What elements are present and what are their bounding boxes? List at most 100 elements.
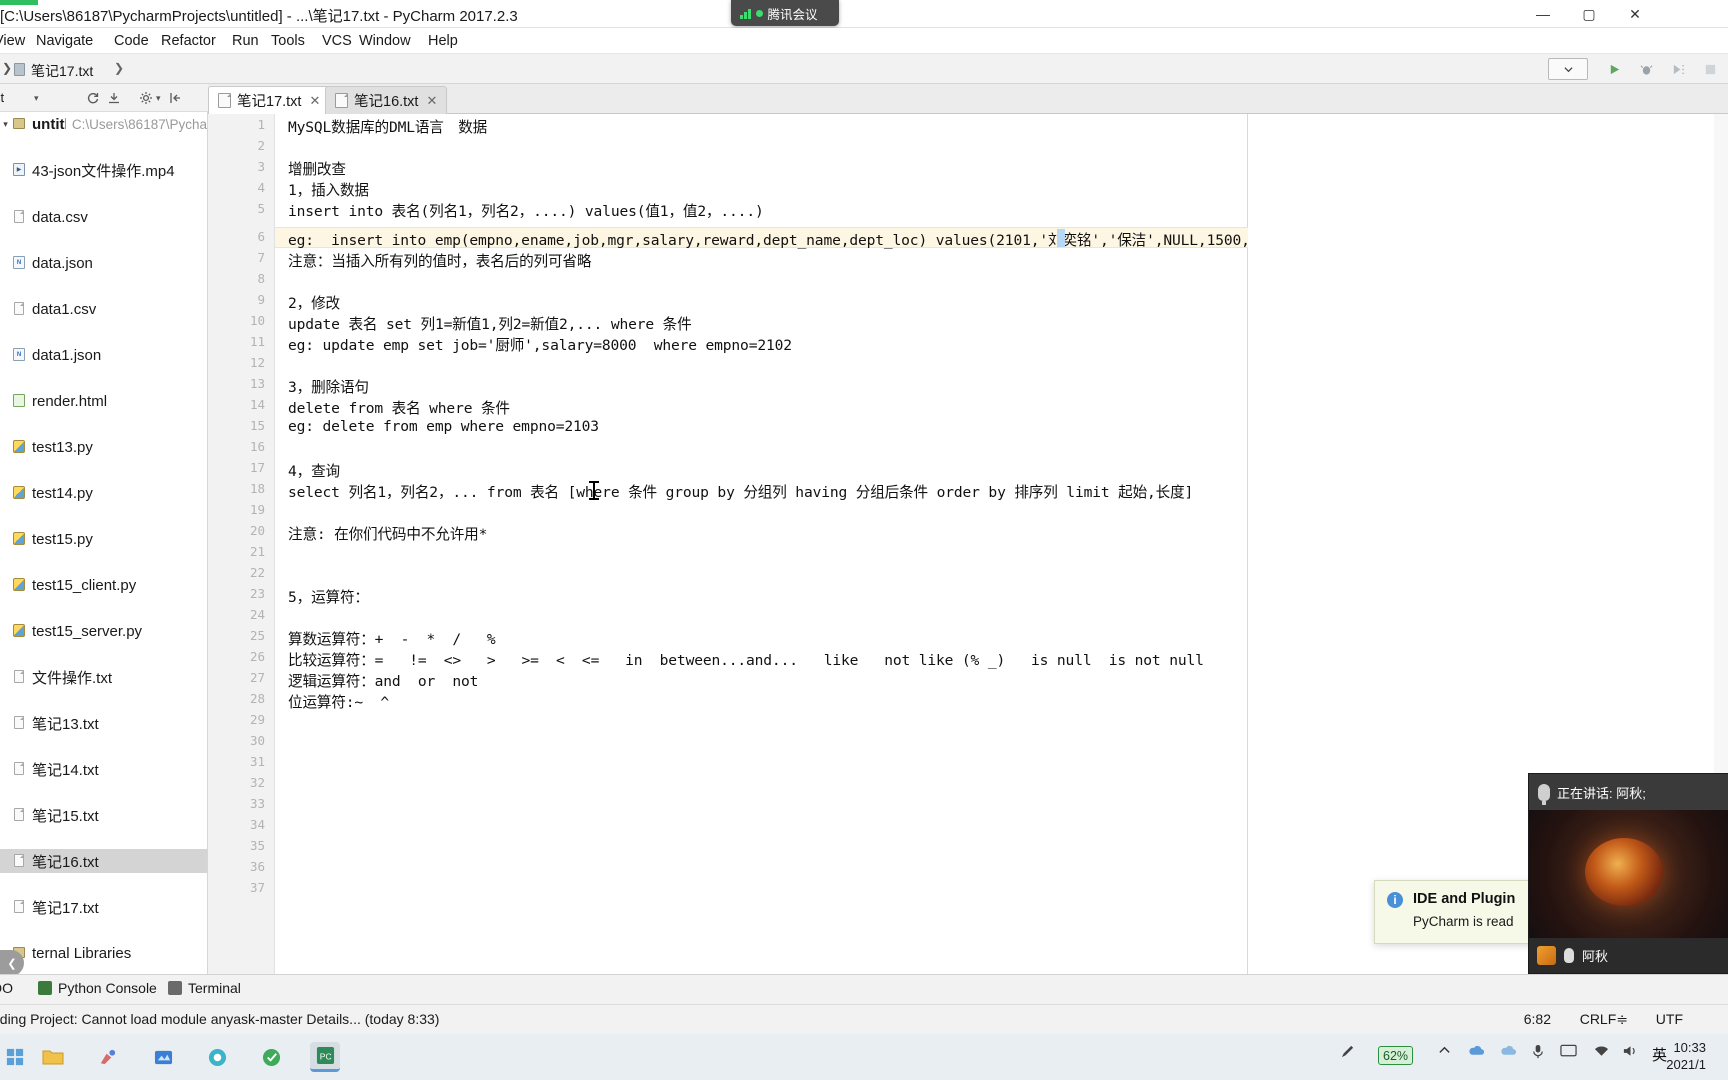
line-number: 32: [249, 775, 265, 790]
window-minimize-button[interactable]: —: [1520, 0, 1566, 28]
debug-button[interactable]: [1636, 59, 1656, 79]
tree-item-biji13[interactable]: 笔记13.txt: [0, 711, 207, 735]
line-number: 25: [249, 628, 265, 643]
tree-item-test13[interactable]: test13.py: [0, 435, 207, 459]
tree-item-external-libraries[interactable]: ternal Libraries: [0, 941, 207, 965]
tree-item-biji15[interactable]: 笔记15.txt: [0, 803, 207, 827]
code-line-20: 注意: 在你们代码中不允许用*: [288, 526, 488, 543]
tree-item-label: 笔记14.txt: [32, 761, 99, 779]
collapse-all-icon[interactable]: [105, 89, 123, 107]
run-configuration-selector[interactable]: [1548, 58, 1588, 80]
toolwindow-todo[interactable]: DO: [0, 980, 13, 996]
battery-indicator[interactable]: 62%: [1378, 1046, 1414, 1065]
tree-item-biji14[interactable]: 笔记14.txt: [0, 757, 207, 781]
line-number: 8: [257, 271, 265, 286]
tree-item-data-csv[interactable]: data.csv: [0, 205, 207, 229]
tencent-meeting-label: 腾讯会议: [767, 7, 818, 22]
clock-date: 2021/1: [1666, 1057, 1706, 1072]
line-number: 7: [257, 250, 265, 265]
line-number: 24: [249, 607, 265, 622]
code-text-area[interactable]: MySQL数据库的DML语言 数据 增删改查 1，插入数据 insert int…: [276, 114, 1386, 974]
toolwindow-python-console[interactable]: Python Console: [38, 980, 157, 996]
project-tree-panel[interactable]: ▾ untitled C:\Users\86187\Pycha ▶ 43-jso…: [0, 112, 208, 974]
menu-help[interactable]: Help: [424, 31, 462, 51]
chevron-up-icon[interactable]: [1438, 1044, 1451, 1057]
file-explorer-icon[interactable]: [38, 1042, 68, 1072]
menu-run[interactable]: Run: [228, 31, 263, 51]
volume-icon[interactable]: [1622, 1044, 1639, 1058]
line-number: 14: [249, 397, 265, 412]
meeting-participant-bar: 阿秋: [1529, 938, 1728, 973]
tree-item-data1-json[interactable]: N data1.json: [0, 343, 207, 367]
tree-item-test15-client[interactable]: test15_client.py: [0, 573, 207, 597]
start-button-icon[interactable]: [0, 1042, 30, 1072]
menu-navigate[interactable]: Navigate: [32, 31, 97, 51]
selection-open-bracket: [1057, 229, 1065, 247]
pycharm-app-icon[interactable]: PC: [310, 1042, 340, 1072]
tree-item-mp4[interactable]: ▶ 43-json文件操作.mp4: [0, 158, 207, 182]
caret-position[interactable]: 6:82: [1524, 1011, 1551, 1027]
close-icon[interactable]: ✕: [426, 93, 437, 109]
tencent-meeting-video-panel[interactable]: 正在讲话: 阿秋; 阿秋: [1528, 773, 1728, 974]
menu-refactor[interactable]: Refactor: [157, 31, 220, 51]
editor-tab-biji17[interactable]: 笔记17.txt ✕: [208, 86, 331, 114]
tree-item-wenjian-caozuo[interactable]: 文件操作.txt: [0, 665, 207, 689]
tree-item-test14[interactable]: test14.py: [0, 481, 207, 505]
more-actions-button[interactable]: [1700, 59, 1720, 79]
settings-chevron-icon[interactable]: ▾: [156, 93, 161, 104]
editor-tab-biji16[interactable]: 笔记16.txt ✕: [325, 86, 448, 114]
text-file-icon: [218, 93, 231, 108]
hide-panel-icon[interactable]: [167, 89, 185, 107]
avatar: [1537, 946, 1556, 965]
tree-item-biji17[interactable]: 笔记17.txt: [0, 895, 207, 919]
menu-window[interactable]: Window: [355, 31, 415, 51]
line-number: 2: [257, 138, 265, 153]
tencent-meeting-pill[interactable]: 腾讯会议: [731, 0, 839, 26]
tree-item-test15-server[interactable]: test15_server.py: [0, 619, 207, 643]
breadcrumb-file[interactable]: 笔记17.txt: [31, 61, 93, 81]
line-separator[interactable]: CRLF≑: [1580, 1011, 1628, 1028]
blue-app-icon[interactable]: [148, 1042, 178, 1072]
tree-item-data1-csv[interactable]: data1.csv: [0, 297, 207, 321]
tree-item-data-json[interactable]: N data.json: [0, 251, 207, 275]
settings-gear-icon[interactable]: [137, 89, 155, 107]
microphone-tray-icon[interactable]: [1532, 1044, 1544, 1059]
taskbar-clock[interactable]: 10:33 2021/1: [1666, 1039, 1706, 1073]
line-number: 27: [249, 670, 265, 685]
run-button[interactable]: [1604, 59, 1624, 79]
code-line-1: MySQL数据库的DML语言 数据: [288, 119, 488, 136]
ime-indicator[interactable]: 英: [1652, 1044, 1667, 1065]
text-file-icon: [11, 761, 27, 777]
toolwindow-terminal[interactable]: Terminal: [168, 980, 241, 996]
line-number: 20: [249, 523, 265, 538]
collapse-panel-button[interactable]: ❮: [0, 950, 24, 974]
project-panel-toolbar: ct ▾ ▾: [0, 84, 208, 112]
browser-app-icon[interactable]: [202, 1042, 232, 1072]
pen-icon[interactable]: [1340, 1044, 1355, 1059]
menu-view[interactable]: View: [0, 31, 29, 51]
paint-app-icon[interactable]: [92, 1042, 122, 1072]
cloud-icon[interactable]: [1500, 1044, 1517, 1058]
tree-item-label: 笔记16.txt: [32, 853, 99, 871]
window-close-button[interactable]: ✕: [1612, 0, 1658, 28]
tree-item-test15[interactable]: test15.py: [0, 527, 207, 551]
monitor-icon[interactable]: [1560, 1044, 1577, 1058]
refresh-icon[interactable]: [84, 89, 102, 107]
window-maximize-button[interactable]: ▢: [1566, 0, 1612, 28]
status-message[interactable]: ading Project: Cannot load module anyask…: [0, 1011, 439, 1027]
menu-vcs[interactable]: VCS: [318, 31, 356, 51]
chevron-down-icon[interactable]: ▾: [34, 93, 39, 104]
network-icon[interactable]: [1594, 1044, 1609, 1058]
menu-code[interactable]: Code: [110, 31, 153, 51]
close-icon[interactable]: ✕: [309, 93, 320, 109]
run-with-coverage-button[interactable]: [1668, 59, 1688, 79]
green-app-icon[interactable]: [256, 1042, 286, 1072]
menu-tools[interactable]: Tools: [267, 31, 309, 51]
file-encoding[interactable]: UTF: [1656, 1011, 1683, 1027]
tree-item-render-html[interactable]: render.html: [0, 389, 207, 413]
tree-item-label: data1.csv: [32, 300, 97, 318]
tree-item-biji16[interactable]: 笔记16.txt: [0, 849, 207, 873]
tree-root-untitled[interactable]: ▾ untitled C:\Users\86187\Pycha: [0, 112, 207, 136]
onedrive-icon[interactable]: [1468, 1044, 1485, 1058]
code-editor[interactable]: 1 2 3 4 5 6 7 8 9 10 11 12 13 14 15 16 1…: [208, 114, 1386, 974]
